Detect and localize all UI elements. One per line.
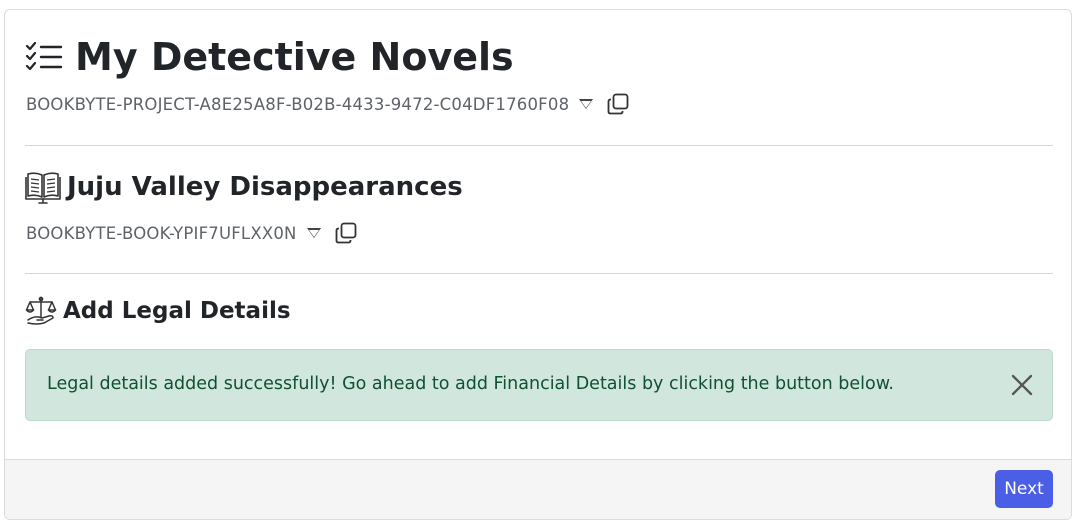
project-id: BOOKBYTE-PROJECT-A8E25A8F-B02B-4433-9472…: [26, 94, 570, 114]
book-id: BOOKBYTE-BOOK-YPIF7UFLXX0N: [26, 223, 297, 243]
section-header: Add Legal Details: [25, 295, 291, 327]
book-header: Juju Valley Disappearances: [25, 170, 463, 204]
close-icon[interactable]: [1010, 373, 1034, 397]
chevron-down-icon[interactable]: [306, 228, 321, 238]
project-header: My Detective Novels: [25, 34, 514, 80]
next-button[interactable]: Next: [995, 470, 1053, 508]
book-title: Juju Valley Disappearances: [67, 172, 463, 202]
checklist-icon: [25, 42, 63, 72]
copy-icon[interactable]: [335, 222, 357, 244]
success-alert: Legal details added successfully! Go ahe…: [25, 349, 1053, 421]
section-title: Add Legal Details: [63, 298, 291, 324]
divider: [25, 145, 1053, 146]
project-title: My Detective Novels: [75, 35, 514, 79]
card-body: My Detective Novels BOOKBYTE-PROJECT-A8E…: [5, 10, 1071, 462]
divider: [25, 273, 1053, 274]
copy-icon[interactable]: [607, 93, 629, 115]
project-id-row: BOOKBYTE-PROJECT-A8E25A8F-B02B-4433-9472…: [26, 93, 629, 115]
alert-message: Legal details added successfully! Go ahe…: [47, 374, 894, 394]
main-card: My Detective Novels BOOKBYTE-PROJECT-A8E…: [4, 9, 1072, 520]
card-footer: Next: [5, 459, 1071, 519]
book-icon: [25, 170, 61, 204]
scales-of-justice-icon: [25, 295, 57, 327]
book-id-row: BOOKBYTE-BOOK-YPIF7UFLXX0N: [26, 222, 357, 244]
chevron-down-icon[interactable]: [579, 99, 594, 109]
